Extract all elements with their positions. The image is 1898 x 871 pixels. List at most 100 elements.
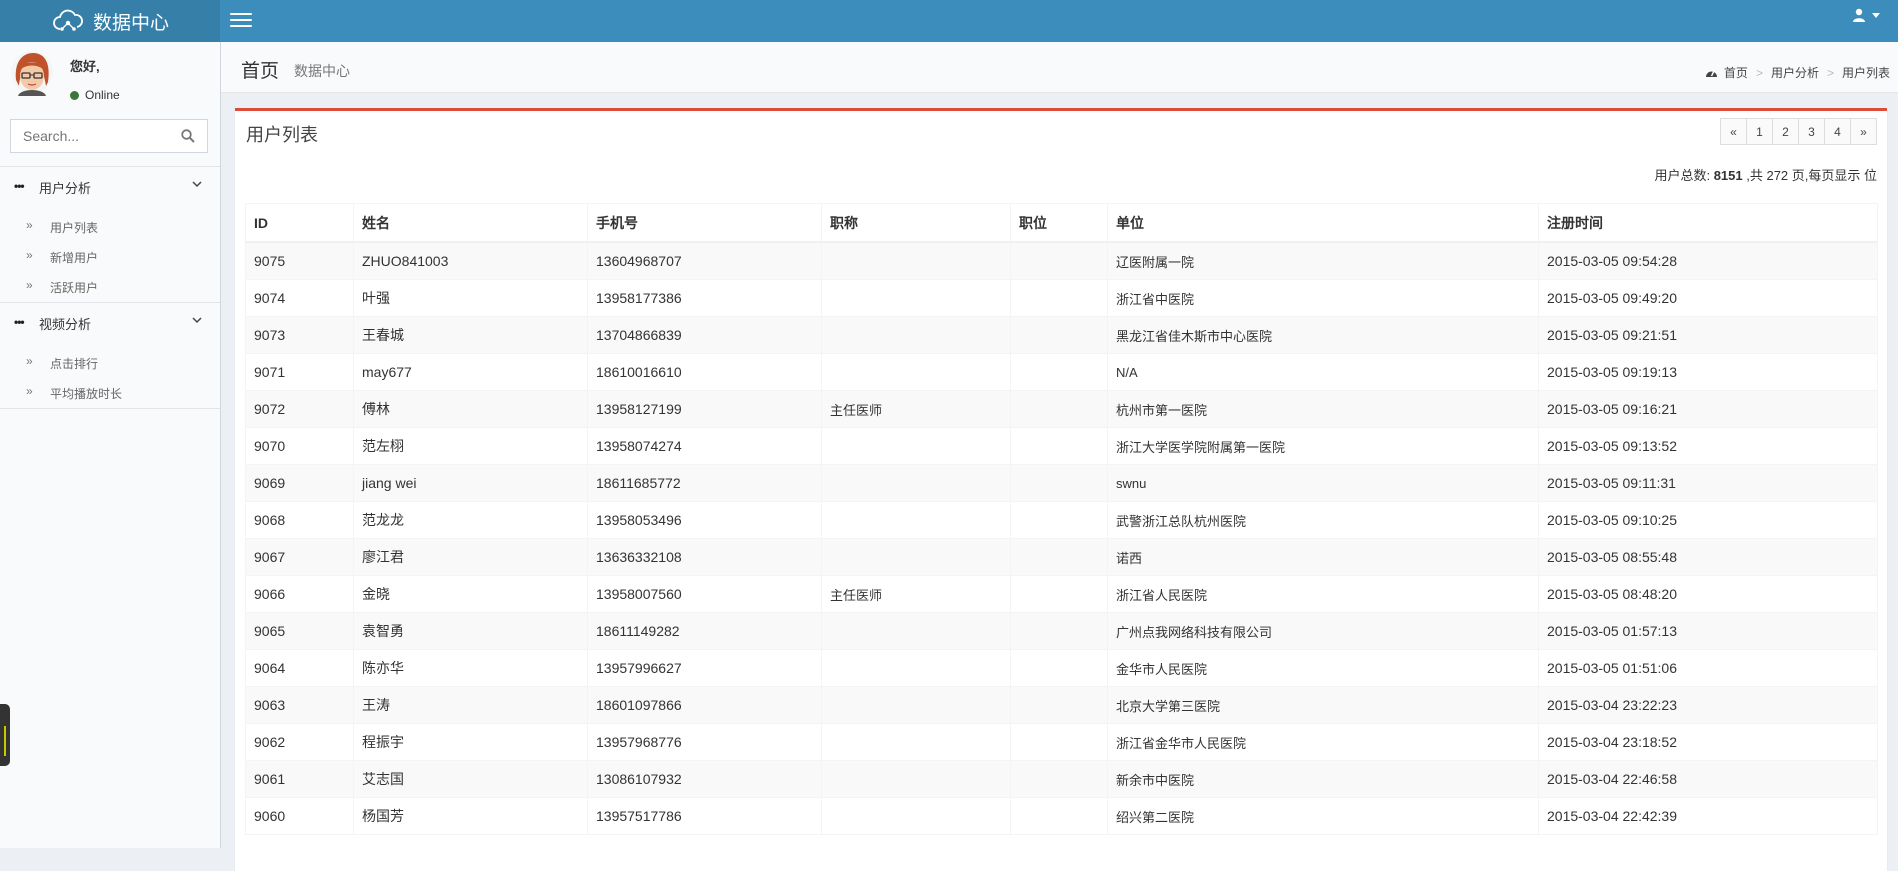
level-bar [4, 726, 6, 756]
breadcrumb-home[interactable]: 首页 [1724, 64, 1748, 81]
cell-id: 9074 [245, 279, 354, 317]
cell-position [1010, 723, 1108, 761]
sidebar-item-new-users[interactable]: » 新增用户 [0, 242, 220, 270]
sidebar-item-click-ranking[interactable]: » 点击排行 [0, 348, 220, 376]
column-header-phone[interactable]: 手机号 [587, 203, 822, 243]
cell-position [1010, 353, 1108, 391]
floating-side-widget[interactable] [0, 704, 10, 766]
search-icon[interactable] [181, 129, 195, 143]
double-angle-right-icon: » [26, 278, 33, 292]
cell-name: 范左栩 [353, 427, 588, 465]
cell-position [1010, 464, 1108, 502]
cell-position [1010, 797, 1108, 835]
table-body: 9075 ZHUO841003 13604968707 辽医附属一院 2015-03-0… [245, 241, 1878, 835]
cell-id: 9063 [245, 686, 354, 724]
page-title: 首页 [241, 61, 280, 82]
cell-id: 9061 [245, 760, 354, 798]
user-menu-button[interactable] [1852, 8, 1880, 22]
page-subtitle: 数据中心 [294, 63, 350, 79]
pagination: « 1 2 3 4 » [1720, 118, 1877, 145]
breadcrumb-user-analysis[interactable]: 用户分析 [1771, 64, 1819, 81]
menu-group-label: 用户分析 [39, 181, 92, 196]
double-angle-right-icon: » [26, 218, 33, 232]
cell-phone: 18610016610 [587, 353, 822, 391]
cell-phone: 13604968707 [587, 241, 822, 280]
cell-organization: 武警浙江总队杭州医院 [1107, 501, 1539, 539]
sidebar: 您好, Online ••• 用户分析 » 用户列表 » 新增用户 » 活跃用户… [0, 42, 221, 848]
app-title: 数据中心 [92, 12, 169, 34]
cell-id: 9073 [245, 316, 354, 354]
cell-title [821, 316, 1011, 354]
breadcrumb: 首页 > 用户分析 > 用户列表 [1705, 64, 1890, 81]
cloud-network-icon [53, 9, 83, 31]
cell-organization: swnu [1107, 464, 1539, 502]
sidebar-toggle-button[interactable] [230, 9, 252, 31]
cell-phone: 18611149282 [587, 612, 822, 650]
pagination-page-1[interactable]: 1 [1746, 118, 1773, 145]
table-row: 9065 袁智勇 18611149282 广州点我网络科技有限公司 2015-03-05… [245, 612, 1878, 650]
column-header-title[interactable]: 职称 [821, 203, 1011, 243]
cell-register-time: 2015-03-05 09:10:25 [1538, 501, 1878, 539]
cell-register-time: 2015-03-05 09:49:20 [1538, 279, 1878, 317]
table-row: 9074 叶强 13958177386 浙江省中医院 2015-03-05 09:49:… [245, 279, 1878, 317]
table-row: 9062 程振宇 13957968776 浙江省金华市人民医院 2015-03-04 2… [245, 723, 1878, 761]
app-logo[interactable]: 数据中心 [0, 0, 220, 42]
table-row: 9071 may677 18610016610 N/A 2015-03-05 09:19… [245, 353, 1878, 391]
pagination-prev[interactable]: « [1720, 118, 1747, 145]
cell-name: jiang wei [353, 464, 588, 502]
pagination-page-2[interactable]: 2 [1772, 118, 1799, 145]
online-dot-icon [70, 90, 79, 100]
sidebar-item-avg-play-duration[interactable]: » 平均播放时长 [0, 378, 220, 406]
cell-phone: 13958007560 [587, 575, 822, 613]
cell-organization: N/A [1107, 353, 1539, 391]
cell-phone: 13958074274 [587, 427, 822, 465]
cell-title: 主任医师 [821, 390, 1011, 428]
cell-title [821, 279, 1011, 317]
cell-position [1010, 501, 1108, 539]
column-header-id[interactable]: ID [245, 203, 354, 243]
content-header: 首页 数据中心 首页 > 用户分析 > 用户列表 [221, 42, 1898, 93]
cell-id: 9070 [245, 427, 354, 465]
caret-down-icon [1872, 12, 1880, 18]
summary-suffix: ,共 272 页,每页显示 位 [1746, 168, 1877, 183]
dashboard-icon [1705, 70, 1717, 77]
summary-prefix: 用户总数: [1654, 168, 1711, 183]
cell-id: 9066 [245, 575, 354, 613]
cell-register-time: 2015-03-05 08:55:48 [1538, 538, 1878, 576]
cell-register-time: 2015-03-05 09:16:21 [1538, 390, 1878, 428]
total-users: 8151 [1713, 168, 1743, 183]
user-table: ID 姓名 手机号 职称 职位 单位 注册时间 9075 ZHUO841003 13… [245, 203, 1878, 835]
column-header-name[interactable]: 姓名 [353, 203, 588, 243]
column-header-register-time[interactable]: 注册时间 [1538, 203, 1878, 243]
sidebar-item-user-list[interactable]: » 用户列表 [0, 212, 220, 240]
cell-organization: 诺西 [1107, 538, 1539, 576]
cell-organization: 浙江省人民医院 [1107, 575, 1539, 613]
column-header-position[interactable]: 职位 [1010, 203, 1108, 243]
cell-id: 9075 [245, 241, 354, 280]
online-status[interactable]: Online [70, 88, 120, 102]
breadcrumb-separator: > [1826, 65, 1834, 80]
cell-organization: 杭州市第一医院 [1107, 390, 1539, 428]
cell-name: 王涛 [353, 686, 588, 724]
pagination-page-4[interactable]: 4 [1824, 118, 1851, 145]
pagination-next[interactable]: » [1850, 118, 1877, 145]
search-input[interactable] [11, 120, 183, 152]
cell-phone: 13958177386 [587, 279, 822, 317]
column-header-organization[interactable]: 单位 [1107, 203, 1539, 243]
sidebar-search [10, 119, 208, 153]
cell-position [1010, 390, 1108, 428]
cell-id: 9067 [245, 538, 354, 576]
cell-register-time: 2015-03-04 23:18:52 [1538, 723, 1878, 761]
cell-register-time: 2015-03-05 08:48:20 [1538, 575, 1878, 613]
double-angle-right-icon: » [26, 354, 33, 368]
cell-title [821, 241, 1011, 280]
user-icon [1853, 8, 1865, 22]
table-row: 9068 范龙龙 13958053496 武警浙江总队杭州医院 2015-03-05 0… [245, 501, 1878, 539]
menu-group-label: 视频分析 [39, 317, 92, 332]
sidebar-item-active-users[interactable]: » 活跃用户 [0, 272, 220, 300]
cell-title [821, 649, 1011, 687]
menu-group-video-analysis[interactable]: ••• 视频分析 [0, 308, 220, 336]
menu-group-user-analysis[interactable]: ••• 用户分析 [0, 172, 220, 200]
pagination-page-3[interactable]: 3 [1798, 118, 1825, 145]
user-greeting: 您好, [70, 59, 100, 74]
